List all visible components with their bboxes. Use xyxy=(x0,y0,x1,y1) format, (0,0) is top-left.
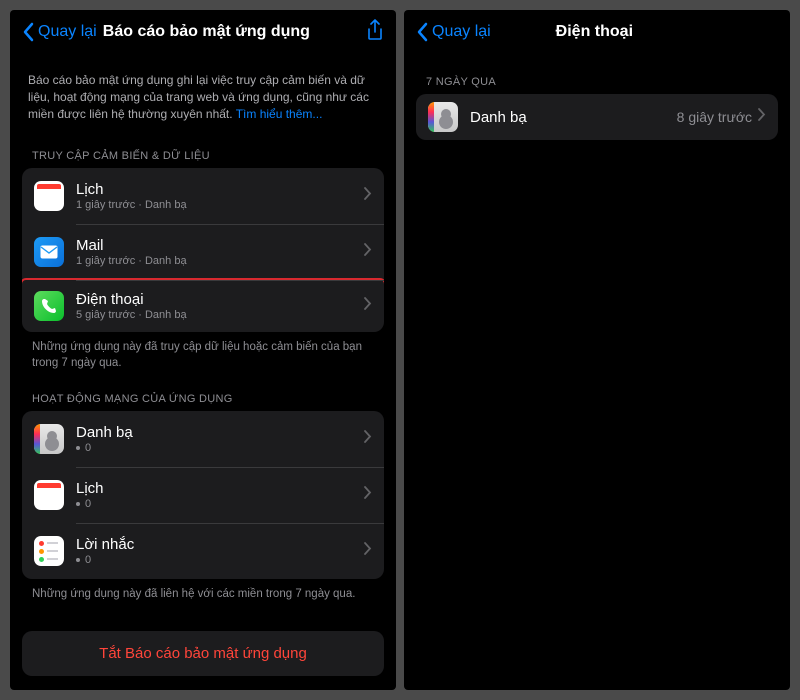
nav-bar: Quay lại Báo cáo bảo mật ứng dụng xyxy=(10,10,396,54)
chevron-right-icon xyxy=(364,187,372,205)
sensor-list: Lịch 1 giây trước · Danh bạ Mail 1 giây … xyxy=(22,168,384,332)
turn-off-button[interactable]: Tắt Báo cáo bảo mật ứng dụng xyxy=(22,631,384,676)
app-subtitle: 1 giây trước · Danh bạ xyxy=(76,255,364,267)
chevron-right-icon xyxy=(364,243,372,261)
access-list: Danh bạ 8 giây trước xyxy=(416,94,778,140)
page-title: Báo cáo bảo mật ứng dụng xyxy=(37,23,376,41)
intro-text: Báo cáo bảo mật ứng dụng ghi lại việc tr… xyxy=(22,54,384,128)
chevron-right-icon xyxy=(364,297,372,315)
reminders-icon xyxy=(34,536,64,566)
calendar-icon xyxy=(34,181,64,211)
content-scroll[interactable]: 7 NGÀY QUA Danh bạ 8 giây trước xyxy=(404,54,790,690)
chevron-right-icon xyxy=(364,430,372,448)
app-subtitle: 0 xyxy=(76,442,364,454)
app-name: Danh bạ xyxy=(470,109,677,126)
nav-bar: Quay lại Điện thoại xyxy=(404,10,790,54)
chevron-left-icon xyxy=(22,22,34,42)
network-list: Danh bạ 0 Lịch 0 Lời nhắc 0 xyxy=(22,411,384,579)
left-phone-screen: Quay lại Báo cáo bảo mật ứng dụng Báo cá… xyxy=(10,10,396,690)
list-item-reminders[interactable]: Lời nhắc 0 xyxy=(22,523,384,579)
chevron-right-icon xyxy=(364,486,372,504)
app-name: Danh bạ xyxy=(76,424,364,441)
app-subtitle: 1 giây trước · Danh bạ xyxy=(76,199,364,211)
section-header-sensor: TRUY CẬP CẢM BIẾN & DỮ LIỆU xyxy=(22,128,384,168)
list-item-phone[interactable]: Điện thoại 5 giây trước · Danh bạ xyxy=(22,278,384,332)
mail-icon xyxy=(34,237,64,267)
access-time: 8 giây trước xyxy=(677,109,752,125)
contacts-icon xyxy=(34,424,64,454)
content-scroll[interactable]: Báo cáo bảo mật ứng dụng ghi lại việc tr… xyxy=(10,54,396,690)
list-item-calendar-net[interactable]: Lịch 0 xyxy=(22,467,384,523)
app-name: Lịch xyxy=(76,480,364,497)
list-item-contacts-access[interactable]: Danh bạ 8 giây trước xyxy=(416,94,778,140)
share-button[interactable] xyxy=(366,19,384,46)
app-name: Mail xyxy=(76,237,364,254)
app-subtitle: 5 giây trước · Danh bạ xyxy=(76,309,364,321)
chevron-right-icon xyxy=(758,108,766,126)
chevron-right-icon xyxy=(364,542,372,560)
learn-more-link[interactable]: Tìm hiểu thêm... xyxy=(236,107,323,121)
app-subtitle: 0 xyxy=(76,498,364,510)
share-icon xyxy=(366,19,384,41)
network-footer-text: Những ứng dụng này đã liên hệ với các mi… xyxy=(22,579,384,603)
contacts-icon xyxy=(428,102,458,132)
list-item-mail[interactable]: Mail 1 giây trước · Danh bạ xyxy=(22,224,384,280)
section-header-network: HOẠT ĐỘNG MẠNG CỦA ỨNG DỤNG xyxy=(22,371,384,411)
app-name: Lời nhắc xyxy=(76,536,364,553)
sensor-footer-text: Những ứng dụng này đã truy cập dữ liệu h… xyxy=(22,332,384,371)
app-name: Điện thoại xyxy=(76,291,364,308)
list-item-contacts[interactable]: Danh bạ 0 xyxy=(22,411,384,467)
page-title: Điện thoại xyxy=(411,23,778,41)
calendar-icon xyxy=(34,480,64,510)
section-header-7days: 7 NGÀY QUA xyxy=(416,54,778,94)
phone-icon xyxy=(34,291,64,321)
list-item-calendar[interactable]: Lịch 1 giây trước · Danh bạ xyxy=(22,168,384,224)
right-phone-screen: Quay lại Điện thoại 7 NGÀY QUA Danh bạ 8… xyxy=(404,10,790,690)
app-name: Lịch xyxy=(76,181,364,198)
app-subtitle: 0 xyxy=(76,554,364,566)
